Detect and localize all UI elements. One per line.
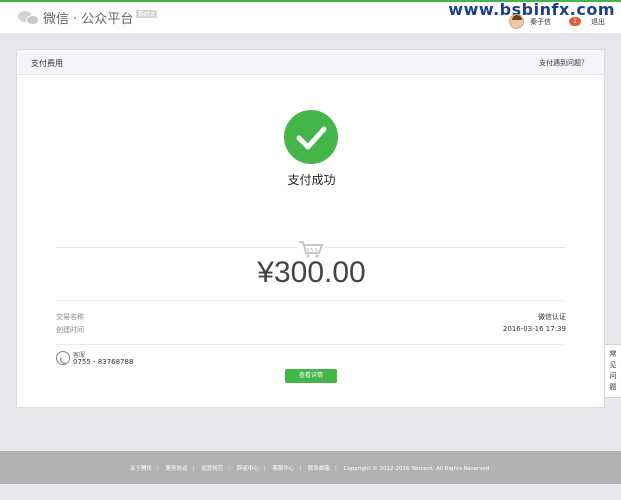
faq-char: 常 <box>609 350 617 358</box>
avatar[interactable] <box>509 14 524 29</box>
user-area: 秦子信 1 退出 <box>509 14 605 29</box>
detail-value: 2016-03-16 17:39 <box>502 325 566 333</box>
username[interactable]: 秦子信 <box>530 17 551 27</box>
faq-char: 问 <box>609 372 617 380</box>
faq-char: 题 <box>609 383 617 391</box>
phone-icon <box>56 351 70 365</box>
footer-link-rules[interactable]: 运营规范 <box>201 466 223 472</box>
faq-side-tab[interactable]: 常 见 问 题 <box>604 344 621 398</box>
top-bar: 微信 · 公众平台 Beta www.bsbinfx.com 秦子信 1 退出 <box>0 0 621 33</box>
detail-label: 创建时间 <box>56 326 84 334</box>
footer-copyright: Copyright © 2012-2016 Tencent. All Right… <box>343 466 492 472</box>
payment-help-link[interactable]: 支付遇到问题？ <box>539 58 588 68</box>
payment-card: 支付费用 支付遇到问题？ 支付成功 ¥300.00 交易名称 微信认证 创建时间… <box>16 49 605 408</box>
success-check-icon <box>284 110 338 164</box>
divider <box>56 300 566 301</box>
service-phone: 0755 - 83768788 <box>73 358 134 366</box>
beta-badge: Beta <box>136 9 157 18</box>
divider <box>56 344 566 345</box>
wechat-logo[interactable]: 微信 · 公众平台 Beta <box>18 8 157 27</box>
footer-link-support[interactable]: 客服中心 <box>272 466 294 472</box>
footer-link-contact[interactable]: 联系邮箱 <box>308 466 330 472</box>
notification-badge[interactable]: 1 <box>569 17 581 26</box>
footer-link-rumor[interactable]: 辟谣中心 <box>237 466 259 472</box>
logo-text: 微信 · 公众平台 <box>43 12 134 27</box>
detail-label: 交易名称 <box>56 313 84 321</box>
view-details-button[interactable]: 查看详情 <box>285 369 337 383</box>
bottom-strip <box>0 484 621 500</box>
faq-char: 见 <box>609 361 617 369</box>
wechat-bubble-icon <box>18 9 40 27</box>
payment-amount: ¥300.00 <box>257 256 366 289</box>
footer-link-about[interactable]: 关于腾讯 <box>130 466 152 472</box>
logout-link[interactable]: 退出 <box>591 17 605 27</box>
footer-links: 关于腾讯 | 服务协议 | 运营规范 | 辟谣中心 | 客服中心 | 联系邮箱 | Copy… <box>129 466 492 472</box>
detail-value: 微信认证 <box>538 313 566 321</box>
footer-link-terms[interactable]: 服务协议 <box>166 466 188 472</box>
card-title: 支付费用 <box>31 59 63 68</box>
card-header: 支付费用 支付遇到问题？ <box>17 50 604 75</box>
payment-status: 支付成功 <box>287 173 336 187</box>
footer: 关于腾讯 | 服务协议 | 运营规范 | 辟谣中心 | 客服中心 | 联系邮箱 | Copy… <box>0 451 621 484</box>
